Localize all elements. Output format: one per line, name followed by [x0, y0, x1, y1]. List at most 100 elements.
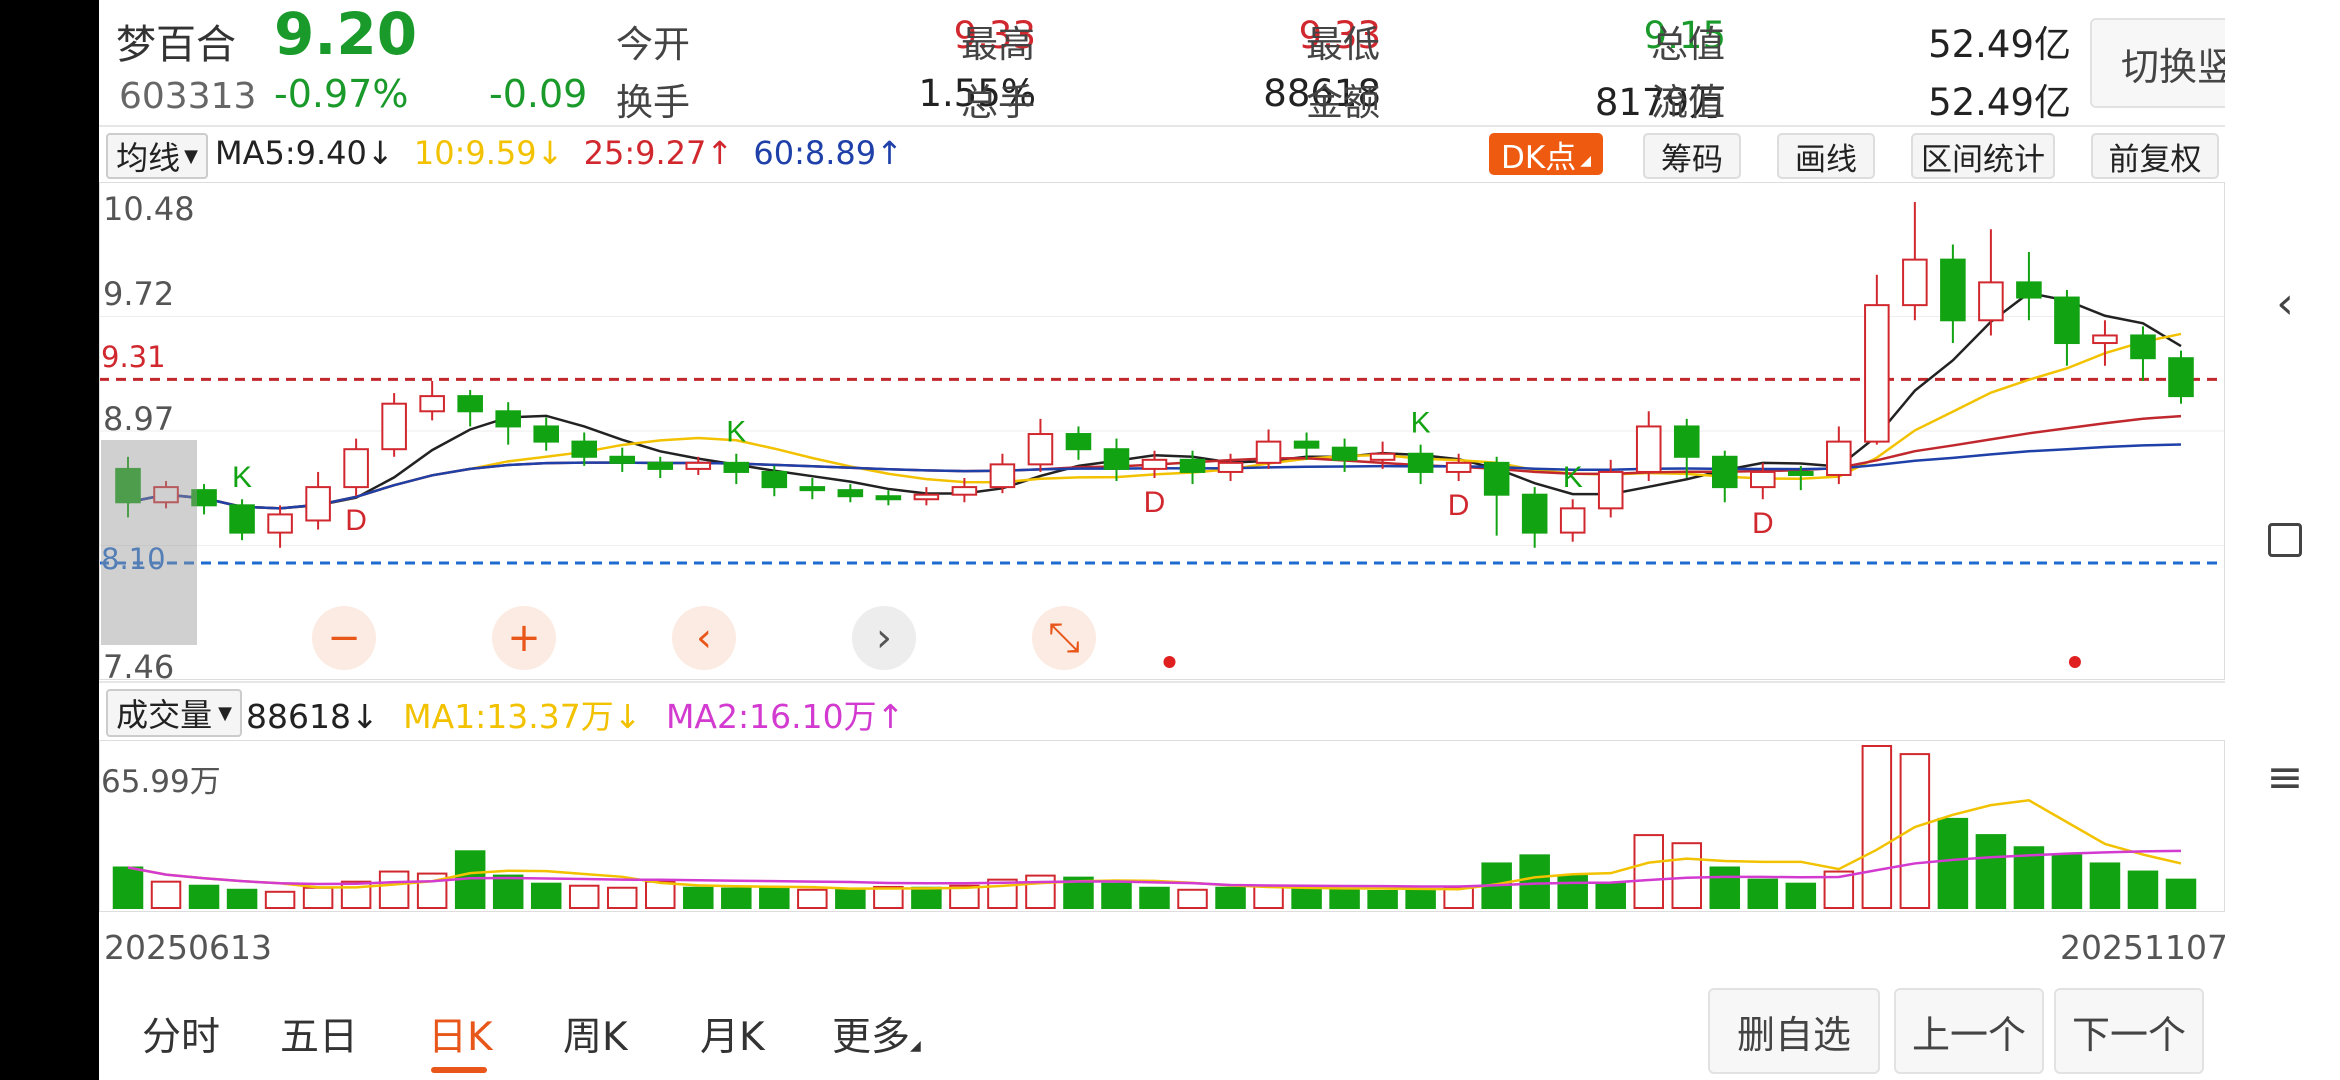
dk-point-button[interactable]: DK点 ◢ [1489, 133, 1603, 176]
price-tick-high: 10.48 [103, 190, 195, 228]
stat-label-turnover: 换手 [616, 81, 690, 124]
candle-body [875, 495, 902, 501]
volume-bar [1291, 887, 1322, 909]
candle-body [1788, 470, 1814, 476]
stat-label-amount: 金额 [1306, 81, 1380, 124]
volume-select-label: 成交量 [116, 696, 213, 734]
candle-body [1483, 461, 1510, 496]
volume-bar [1329, 888, 1360, 909]
ma5-arrow: ↓ [366, 134, 394, 172]
tab-five-day[interactable]: 五日 [280, 1006, 358, 1062]
volume-bar [1975, 834, 2007, 909]
candle-body [1940, 258, 1966, 322]
candle-body [457, 395, 483, 413]
volume-bar [1215, 886, 1246, 909]
price-tick-3: 8.97 [103, 400, 175, 438]
corner-triangle-icon: ◢ [1580, 153, 1591, 169]
left-black-bar [0, 0, 99, 1080]
volume-bar [797, 888, 828, 909]
tab-weekly-k[interactable]: 周K [563, 1006, 628, 1062]
volume-bar [2165, 878, 2197, 909]
tab-more-label: 更多 [832, 1015, 911, 1060]
candle-body [2016, 281, 2042, 299]
candle-body [1521, 493, 1548, 534]
volume-bar [2089, 862, 2121, 909]
chevron-down-icon: ▼ [184, 145, 198, 167]
ma10-value: 10:9.59 [413, 134, 537, 172]
volume-bar [302, 886, 334, 909]
chip-button[interactable]: 筹码 [1643, 133, 1741, 179]
volume-bar [188, 884, 220, 910]
candle-body [343, 448, 369, 489]
volume-chart[interactable] [99, 740, 2225, 912]
tab-monthly-k[interactable]: 月K [700, 1006, 765, 1062]
price-tick-ref-red: 9.31 [101, 340, 166, 374]
ma60-arrow: ↑ [876, 134, 903, 172]
volume-bar [1367, 889, 1398, 910]
date-start: 20250613 [104, 928, 272, 967]
volume-bar [492, 874, 524, 910]
stock-name: 梦百合 [116, 22, 236, 68]
delete-watchlist-button[interactable]: 删自选 [1708, 988, 1880, 1074]
candle-body [837, 489, 864, 498]
candle-body [1559, 507, 1586, 534]
volume-bar [1937, 817, 1969, 909]
tab-more[interactable]: 更多◢ [832, 1006, 921, 1062]
volume-bar [1595, 882, 1626, 909]
vol-ma2-arrow: ↑ [876, 697, 905, 736]
candlestick-chart[interactable]: K D K D K D K D [99, 182, 2225, 680]
volume-bar [1785, 882, 1817, 909]
menu-icon[interactable]: ≡ [2260, 752, 2310, 803]
volume-bar [759, 886, 790, 909]
volume-bar [226, 888, 258, 909]
home-square-icon[interactable] [2260, 515, 2310, 565]
signal-k-label: K [726, 416, 746, 449]
signal-d-label: D [1448, 489, 1470, 522]
next-stock-button[interactable]: 下一个 [2054, 988, 2204, 1074]
marker-dot [2068, 656, 2081, 668]
volume-bar [530, 882, 562, 909]
tab-daily-k[interactable]: 日K [428, 1006, 493, 1062]
volume-values-row: 88618↓ MA1:13.37万↓ MA2:16.10万↑ [246, 690, 904, 738]
volume-bar [1025, 874, 1056, 910]
stat-value-total-value: 52.49亿 [1928, 23, 2071, 66]
chevron-down-icon: ▼ [218, 702, 232, 724]
candle-body [571, 440, 598, 458]
draw-line-button[interactable]: 画线 [1777, 133, 1875, 179]
signal-d-label: D [345, 504, 367, 537]
candle-body [1369, 452, 1396, 461]
candle-body [685, 461, 712, 470]
candle-body [1750, 470, 1776, 489]
forward-adjust-button[interactable]: 前复权 [2091, 133, 2219, 179]
stock-code: 603313 [119, 76, 257, 117]
candle-body [1826, 440, 1852, 476]
volume-bar [835, 888, 866, 909]
volume-bar [1101, 882, 1132, 909]
scroll-right-button[interactable]: › [852, 606, 916, 670]
ma-select-dropdown[interactable]: 均线 ▼ [106, 133, 208, 179]
zoom-in-button[interactable]: + [492, 606, 556, 670]
candle-body [1179, 458, 1206, 473]
candle-body [1635, 425, 1662, 473]
volume-value: 88618 [246, 697, 351, 736]
stock-price: 9.20 [274, 0, 418, 68]
ma60-value: 60:8.89 [753, 134, 877, 172]
range-stats-button[interactable]: 区间统计 [1911, 133, 2055, 179]
zoom-out-button[interactable]: − [312, 606, 376, 670]
candle-body [1331, 446, 1358, 461]
tab-intraday[interactable]: 分时 [142, 1006, 220, 1062]
stat-label-float-value: 流值 [1651, 81, 1725, 124]
volume-bar [1709, 866, 1741, 909]
volume-bar [378, 870, 410, 910]
stat-label-total-hands: 总手 [961, 81, 1035, 124]
volume-bar [873, 885, 904, 910]
previous-stock-button[interactable]: 上一个 [1894, 988, 2044, 1074]
volume-bar [1139, 886, 1170, 909]
shrink-icon[interactable]: ⤡ [1032, 606, 1096, 670]
volume-select-dropdown[interactable]: 成交量 ▼ [106, 689, 242, 737]
back-icon[interactable]: ‹ [2260, 278, 2310, 329]
ma-values-row: MA5:9.40↓ 10:9.59↓ 25:9.27↑ 60:8.89↑ [215, 134, 903, 172]
scroll-left-button[interactable]: ‹ [672, 606, 736, 670]
home-square-shape [2268, 523, 2302, 557]
candle-body [761, 470, 788, 489]
